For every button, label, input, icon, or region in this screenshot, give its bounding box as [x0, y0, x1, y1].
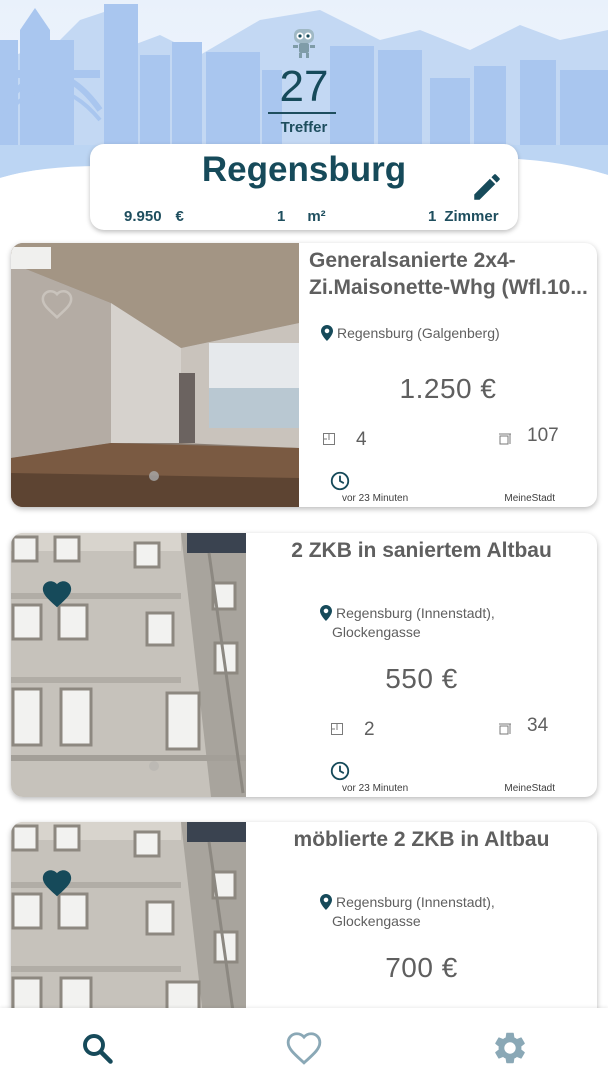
listing-rooms-value: 4: [356, 429, 367, 450]
clock-icon: [330, 761, 350, 781]
filter-size-unit: m²: [307, 208, 326, 225]
listing-title-line2: Zi.Maisonette-Whg (Wfl.10...: [309, 276, 588, 299]
listing-info: Generalsanierte 2x4- Zi.Maisonette-Whg (…: [299, 243, 597, 507]
carousel-dot[interactable]: [149, 761, 159, 771]
filter-rooms-value: 1: [428, 208, 437, 225]
listing-location: Regensburg (Innenstadt), Glockengasse: [320, 604, 495, 642]
listing-title: Generalsanierte 2x4- Zi.Maisonette-Whg (…: [309, 247, 591, 303]
location-pin-icon: [320, 605, 332, 621]
search-icon: [83, 1034, 113, 1064]
floorplan-icon: [331, 723, 343, 735]
listing-location: Regensburg (Galgenberg): [321, 324, 500, 343]
clock-icon: [330, 471, 350, 491]
listing-title-line1: Generalsanierte 2x4-: [309, 249, 516, 272]
nav-search[interactable]: [77, 1028, 117, 1068]
search-summary-card[interactable]: Regensburg 9.950 € 1 m² 1 Zimmer: [90, 144, 518, 230]
gear-icon: [495, 1032, 525, 1064]
nav-favorites[interactable]: [284, 1028, 324, 1068]
favorite-heart-outline-icon[interactable]: [39, 287, 75, 321]
heart-icon: [286, 1032, 322, 1065]
listing-photo[interactable]: [11, 243, 299, 507]
area-size-icon: [499, 433, 511, 445]
listing-area-value: 107: [527, 425, 559, 446]
listing-location-line1: Regensburg (Innenstadt),: [336, 894, 495, 910]
listing-title: 2 ZKB in saniertem Altbau: [291, 539, 552, 562]
filter-price-value: 9.950: [124, 208, 162, 225]
result-count: 27: [279, 62, 329, 111]
location-pin-icon: [320, 894, 332, 910]
listing-location-line1: Regensburg (Galgenberg): [337, 325, 500, 341]
listing-title: möblierte 2 ZKB in Altbau: [293, 828, 550, 851]
filter-rooms-unit: Zimmer: [444, 208, 499, 225]
filter-size: 1 m²: [277, 208, 326, 225]
favorite-heart-filled-icon[interactable]: [39, 577, 75, 611]
favorite-heart-filled-icon[interactable]: [39, 866, 75, 900]
listing-photo[interactable]: [11, 533, 246, 797]
listing-rooms-value: 2: [364, 719, 375, 740]
listing-location-line2: Glockengasse: [332, 913, 421, 929]
listing-time: vor 23 Minuten: [342, 783, 409, 794]
search-city: Regensburg: [201, 150, 407, 189]
filter-rooms: 1 Zimmer: [428, 208, 499, 225]
listing-source: MeineStadt: [504, 783, 555, 794]
listing-card[interactable]: 2 ZKB in saniertem Altbau Regensburg (In…: [11, 533, 597, 797]
listing-area-value: 34: [527, 715, 549, 736]
floorplan-icon: [323, 433, 335, 445]
nav-settings[interactable]: [490, 1028, 530, 1068]
area-size-icon: [499, 723, 511, 735]
filter-price-unit: €: [175, 208, 184, 225]
result-count-label: Treffer: [280, 119, 328, 136]
listing-source: MeineStadt: [504, 493, 555, 504]
carousel-dot[interactable]: [149, 471, 159, 481]
bottom-navigation: [0, 1008, 608, 1080]
listing-location-line2: Glockengasse: [332, 624, 421, 640]
listing-price: 1.250 €: [399, 373, 497, 404]
listing-info: 2 ZKB in saniertem Altbau Regensburg (In…: [246, 533, 597, 797]
edit-pencil-icon[interactable]: [470, 170, 504, 204]
divider: [268, 112, 336, 114]
robot-mascot-icon: [293, 29, 315, 58]
listing-price: 550 €: [385, 663, 458, 694]
location-pin-icon: [321, 325, 333, 341]
listing-price: 700 €: [385, 952, 458, 983]
listing-location-line1: Regensburg (Innenstadt),: [336, 605, 495, 621]
filter-price: 9.950 €: [124, 208, 184, 225]
filter-size-value: 1: [277, 208, 286, 225]
listing-location: Regensburg (Innenstadt), Glockengasse: [320, 893, 495, 931]
listing-card[interactable]: Generalsanierte 2x4- Zi.Maisonette-Whg (…: [11, 243, 597, 507]
listing-time: vor 23 Minuten: [342, 493, 409, 504]
